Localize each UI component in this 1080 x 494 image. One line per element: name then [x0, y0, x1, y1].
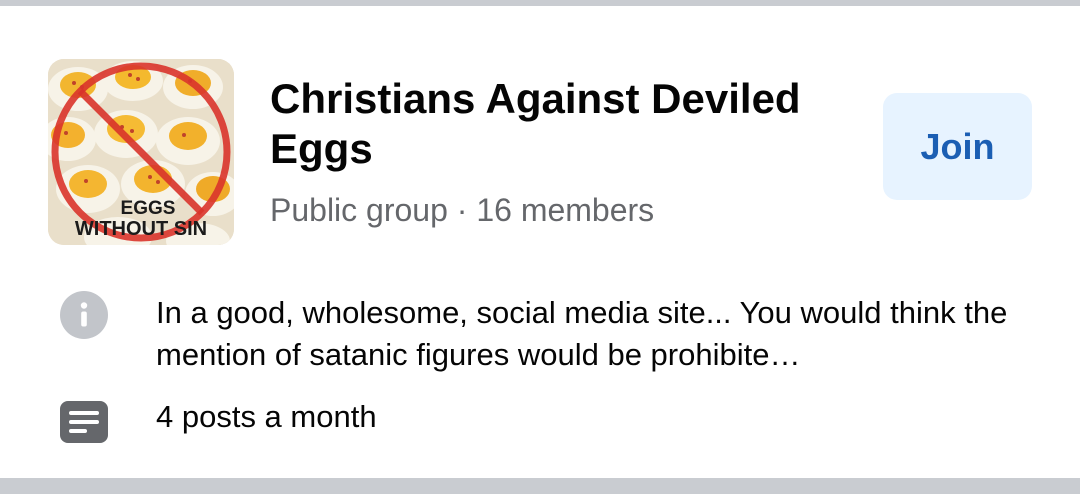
- join-button[interactable]: Join: [883, 93, 1032, 200]
- thumbnail-caption-line2: WITHOUT SIN: [74, 218, 208, 240]
- group-activity: 4 posts a month: [156, 399, 377, 434]
- group-privacy: Public group: [270, 192, 448, 228]
- meta-separator: ·: [447, 192, 477, 228]
- posts-icon: [60, 401, 108, 443]
- group-card[interactable]: EGGS WITHOUT SIN Christians Against Devi…: [0, 6, 1080, 478]
- info-icon: [60, 291, 108, 339]
- group-member-count: 16 members: [476, 192, 655, 228]
- group-description: In a good, wholesome, social media site.…: [156, 295, 1008, 372]
- thumbnail-caption-line1: EGGS: [120, 198, 176, 219]
- group-meta: Public group · 16 members: [270, 192, 654, 229]
- group-thumbnail[interactable]: EGGS WITHOUT SIN: [48, 59, 234, 245]
- thumbnail-caption: EGGS WITHOUT SIN: [48, 199, 234, 239]
- group-name[interactable]: Christians Against Deviled Eggs: [270, 74, 860, 174]
